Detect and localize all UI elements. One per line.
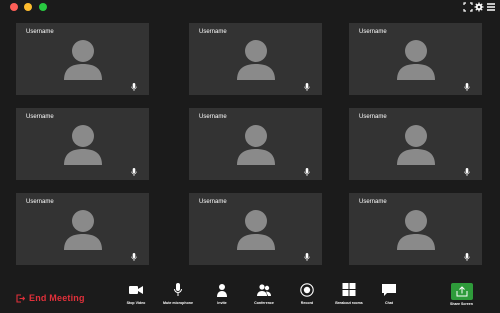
breakout-rooms-button[interactable]: Breakout rooms [329,283,369,311]
grid-icon [342,283,356,296]
microphone-icon [304,168,310,176]
avatar-icon [63,40,102,80]
leave-icon [16,293,25,303]
participant-name: Username [359,114,387,120]
avatar-icon [236,40,275,80]
menu-icon[interactable] [486,2,496,12]
participant-tile[interactable]: Username [349,108,482,180]
microphone-icon [131,253,137,261]
participant-name: Username [26,29,54,35]
record-button[interactable]: Record [287,283,327,311]
avatar-icon [236,210,275,250]
share-screen-icon-box [450,283,473,300]
title-bar [0,0,500,14]
share-screen-button[interactable]: Share Screen [449,283,474,307]
participant-name: Username [26,199,54,205]
participant-name: Username [26,114,54,120]
microphone-icon [304,83,310,91]
fullscreen-icon[interactable] [463,2,473,12]
participant-tile[interactable]: Username [189,23,322,95]
microphone-icon [464,83,470,91]
participant-name: Username [199,114,227,120]
chat-icon [382,284,396,296]
invite-button[interactable]: Invite [202,283,242,311]
microphone-icon [304,253,310,261]
microphone-icon [464,168,470,176]
mute-microphone-label: Mute microphone [163,301,193,305]
meeting-toolbar: End Meeting Stop Video Mute microphone I… [0,275,500,313]
chat-label: Chat [385,301,393,305]
participant-name: Username [359,199,387,205]
close-window-button[interactable] [10,3,18,11]
participant-name: Username [199,199,227,205]
share-screen-label: Share Screen [450,302,473,306]
gear-icon[interactable] [474,2,484,12]
conference-label: Conference [254,301,274,305]
stop-video-button[interactable]: Stop Video [116,283,156,311]
microphone-icon [174,283,182,296]
participant-grid: Username Username Username Username User… [16,23,492,265]
end-meeting-button[interactable]: End Meeting [16,292,85,304]
participant-tile[interactable]: Username [349,23,482,95]
participant-tile[interactable]: Username [16,193,149,265]
participant-tile[interactable]: Username [16,108,149,180]
mute-microphone-button[interactable]: Mute microphone [158,283,198,311]
microphone-icon [131,168,137,176]
people-icon [257,284,271,296]
avatar-icon [396,125,435,165]
avatar-icon [63,210,102,250]
participant-tile[interactable]: Username [189,193,322,265]
participant-name: Username [359,29,387,35]
video-camera-icon [129,286,143,294]
participant-name: Username [199,29,227,35]
record-label: Record [300,301,314,305]
avatar-icon [396,40,435,80]
avatar-icon [63,125,102,165]
conference-button[interactable]: Conference [244,283,284,311]
avatar-icon [396,210,435,250]
participant-tile[interactable]: Username [349,193,482,265]
share-screen-icon [456,286,467,297]
participant-tile[interactable]: Username [189,108,322,180]
microphone-icon [131,83,137,91]
maximize-window-button[interactable] [39,3,47,11]
breakout-rooms-label: Breakout rooms [335,301,363,305]
participant-tile[interactable]: Username [16,23,149,95]
end-meeting-label: End Meeting [29,293,85,303]
invite-label: Invite [217,301,227,305]
microphone-icon [464,253,470,261]
stop-video-label: Stop Video [126,301,146,305]
person-icon [217,284,227,297]
avatar-icon [236,125,275,165]
chat-button[interactable]: Chat [369,283,409,311]
minimize-window-button[interactable] [24,3,32,11]
record-icon [300,283,314,297]
